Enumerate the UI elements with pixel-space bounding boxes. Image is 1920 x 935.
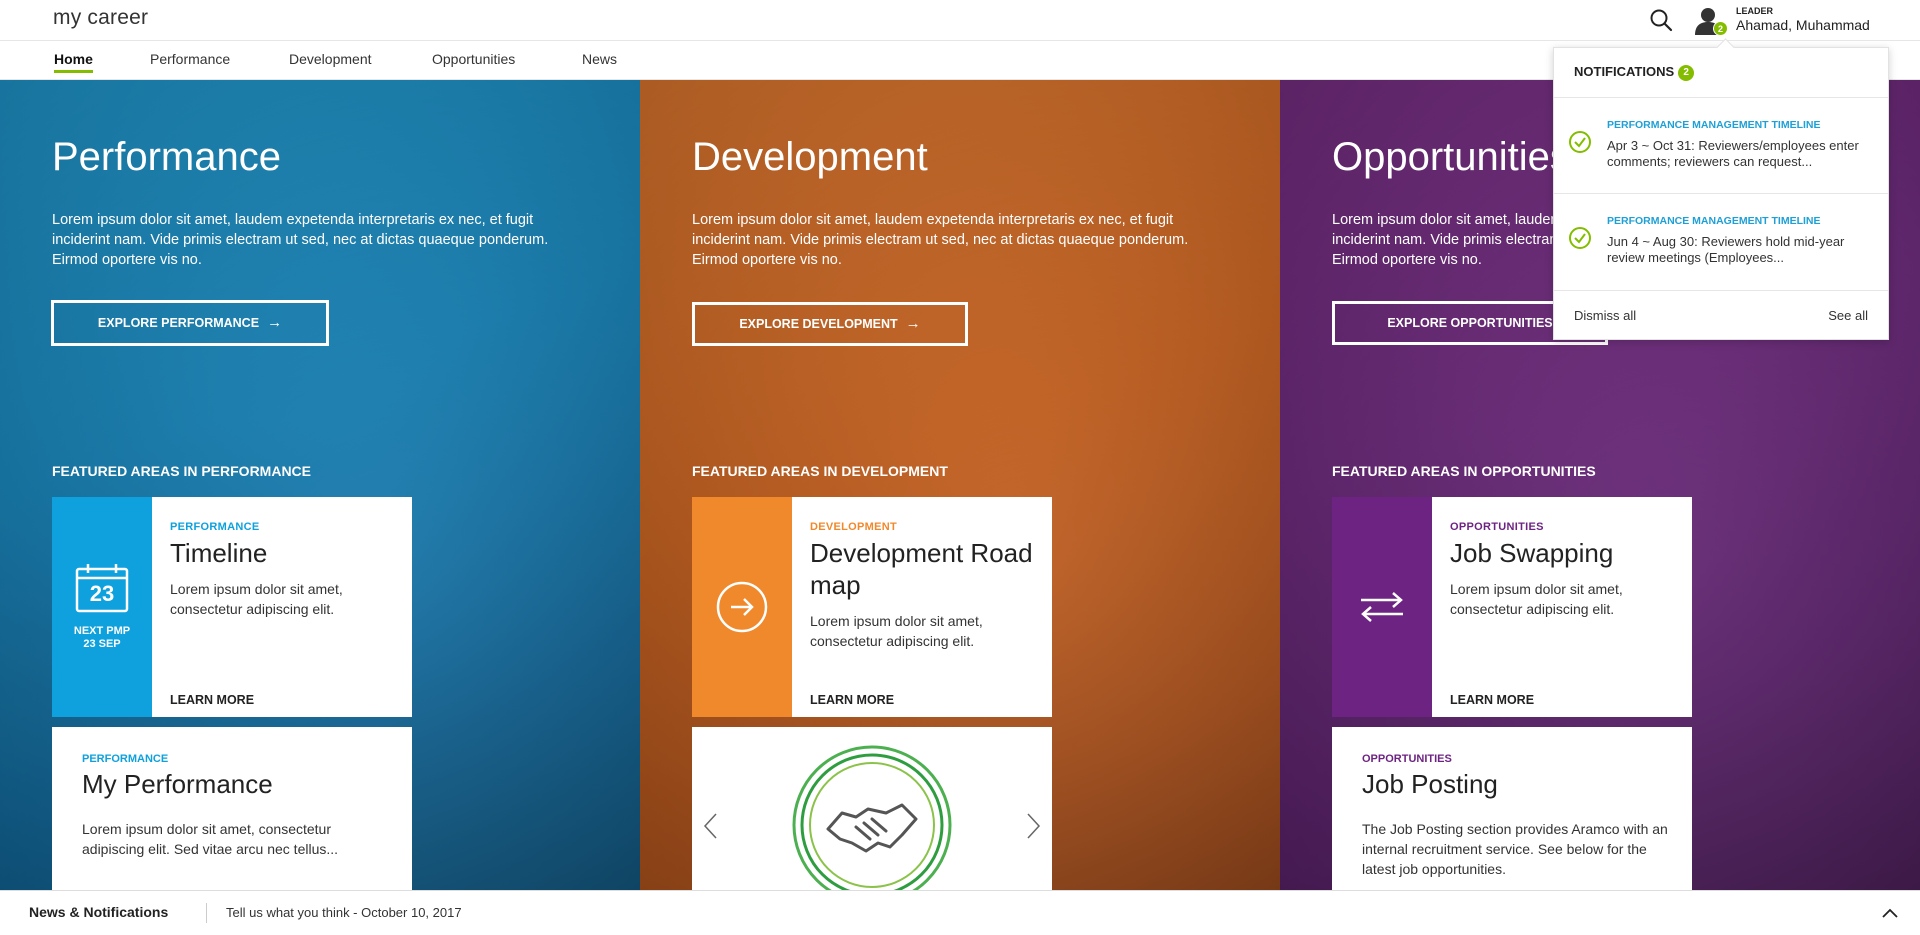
explore-performance-button[interactable]: EXPLORE PERFORMANCE → — [51, 300, 329, 346]
card-body: DEVELOPMENT Development Road map Lorem i… — [810, 521, 1040, 651]
notification-item[interactable]: PERFORMANCE MANAGEMENT TIMELINE Apr 3 ~ … — [1554, 97, 1888, 193]
footer-news-item[interactable]: Tell us what you think - October 10, 201… — [226, 905, 462, 920]
nav-opportunities[interactable]: Opportunities — [432, 51, 515, 67]
footer-title[interactable]: News & Notifications — [29, 904, 168, 920]
learn-more-link[interactable]: LEARN MORE — [170, 693, 254, 707]
notification-title: PERFORMANCE MANAGEMENT TIMELINE — [1607, 119, 1821, 131]
card-eyebrow: DEVELOPMENT — [810, 521, 898, 533]
learn-more-link[interactable]: LEARN MORE — [1450, 693, 1534, 707]
chevron-right-icon[interactable] — [1026, 812, 1042, 840]
notification-title: PERFORMANCE MANAGEMENT TIMELINE — [1607, 215, 1821, 227]
card-text: Lorem ipsum dolor sit amet, consectetur … — [170, 581, 343, 617]
notification-text: Jun 4 ~ Aug 30: Reviewers hold mid-year … — [1607, 234, 1845, 265]
notifications-heading: NOTIFICATIONS 2 — [1574, 64, 1695, 81]
notifications-count: 2 — [1678, 65, 1695, 81]
timeline-card[interactable]: 23 NEXT PMP 23 SEP PERFORMANCE Timeline … — [52, 497, 412, 717]
featured-heading: FEATURED AREAS IN PERFORMANCE — [52, 463, 312, 479]
nav-home[interactable]: Home — [54, 51, 93, 73]
chevron-up-icon[interactable] — [1880, 903, 1900, 923]
featured-heading: FEATURED AREAS IN DEVELOPMENT — [692, 463, 948, 479]
card-side — [1332, 497, 1432, 717]
carousel-card — [692, 727, 1052, 890]
learn-more-link[interactable]: LEARN MORE — [810, 693, 894, 707]
top-bar: my career 2 LEADER Ahamad, Muhammad — [0, 0, 1920, 40]
handshake-icon — [792, 745, 952, 890]
swap-arrows-icon — [1361, 592, 1403, 622]
arrow-right-icon: → — [267, 314, 283, 331]
my-performance-card[interactable]: PERFORMANCE My Performance Lorem ipsum d… — [52, 727, 412, 890]
card-text: The Job Posting section provides Aramco … — [1362, 821, 1668, 877]
arrow-circle-icon — [716, 581, 768, 633]
notifications-footer: Dismiss all See all — [1554, 290, 1888, 340]
user-name[interactable]: Ahamad, Muhammad — [1736, 17, 1870, 33]
panel-title: Opportunities — [1332, 135, 1570, 179]
notification-text: Apr 3 ~ Oct 31: Reviewers/employees ente… — [1607, 138, 1859, 169]
panel-description: Lorem ipsum dolor sit amet, laudem expet… — [52, 212, 549, 268]
chevron-left-icon[interactable] — [702, 812, 718, 840]
panel-description: Lorem ipsum dolor sit amet, laudem expet… — [692, 212, 1189, 268]
explore-development-button[interactable]: EXPLORE DEVELOPMENT → — [692, 302, 968, 346]
arrow-right-icon: → — [905, 315, 921, 332]
notifications-dropdown: NOTIFICATIONS 2 PERFORMANCE MANAGEMENT TI… — [1553, 47, 1889, 340]
performance-panel: Performance Lorem ipsum dolor sit amet, … — [0, 80, 640, 890]
footer-divider — [206, 903, 207, 923]
button-label: EXPLORE DEVELOPMENT — [739, 317, 898, 331]
nav-development[interactable]: Development — [289, 51, 372, 67]
card-body: OPPORTUNITIES Job Swapping Lorem ipsum d… — [1450, 521, 1680, 619]
user-role: LEADER — [1736, 6, 1774, 16]
card-text: Lorem ipsum dolor sit amet, consectetur … — [1450, 581, 1623, 617]
card-title: Job Posting — [1362, 769, 1498, 799]
card-title: Timeline — [170, 538, 268, 568]
panel-title: Development — [692, 135, 928, 179]
card-text: Lorem ipsum dolor sit amet, consectetur … — [82, 821, 339, 857]
see-all-link[interactable]: See all — [1828, 308, 1868, 323]
card-body: PERFORMANCE Timeline Lorem ipsum dolor s… — [170, 521, 400, 619]
search-icon[interactable] — [1648, 7, 1674, 33]
calendar-day: 23 — [89, 581, 115, 606]
card-side: 23 NEXT PMP 23 SEP — [52, 497, 152, 717]
card-eyebrow: OPPORTUNITIES — [1362, 753, 1452, 765]
card-title: Development Road map — [810, 538, 1033, 600]
notifications-title: NOTIFICATIONS — [1574, 64, 1675, 79]
notification-item[interactable]: PERFORMANCE MANAGEMENT TIMELINE Jun 4 ~ … — [1554, 193, 1888, 290]
nav-news[interactable]: News — [582, 51, 617, 67]
card-text: Lorem ipsum dolor sit amet, consectetur … — [810, 613, 983, 649]
roadmap-card[interactable]: DEVELOPMENT Development Road map Lorem i… — [692, 497, 1052, 717]
app-brand[interactable]: my career — [53, 6, 148, 30]
check-circle-icon — [1569, 131, 1591, 153]
job-swapping-card[interactable]: OPPORTUNITIES Job Swapping Lorem ipsum d… — [1332, 497, 1692, 717]
card-eyebrow: OPPORTUNITIES — [1450, 521, 1544, 533]
job-posting-card[interactable]: OPPORTUNITIES Job Posting The Job Postin… — [1332, 727, 1692, 890]
check-circle-icon — [1569, 227, 1591, 249]
nav-performance[interactable]: Performance — [150, 51, 230, 67]
next-pmp-label: NEXT PMP — [73, 625, 131, 637]
button-label: EXPLORE OPPORTUNITIES — [1387, 316, 1553, 330]
card-side — [692, 497, 792, 717]
button-label: EXPLORE PERFORMANCE — [97, 316, 260, 330]
news-footer-bar: News & Notifications Tell us what you th… — [0, 890, 1920, 935]
card-eyebrow: PERFORMANCE — [170, 521, 260, 533]
card-title: My Performance — [82, 769, 273, 799]
development-panel: Development Lorem ipsum dolor sit amet, … — [640, 80, 1280, 890]
panel-title: Performance — [52, 135, 281, 179]
dismiss-all-link[interactable]: Dismiss all — [1574, 308, 1636, 323]
next-pmp-date: 23 SEP — [83, 638, 121, 650]
avatar-badge: 2 — [1713, 21, 1728, 36]
card-title: Job Swapping — [1450, 538, 1614, 568]
card-eyebrow: PERFORMANCE — [82, 753, 169, 765]
featured-heading: FEATURED AREAS IN OPPORTUNITIES — [1332, 463, 1596, 479]
